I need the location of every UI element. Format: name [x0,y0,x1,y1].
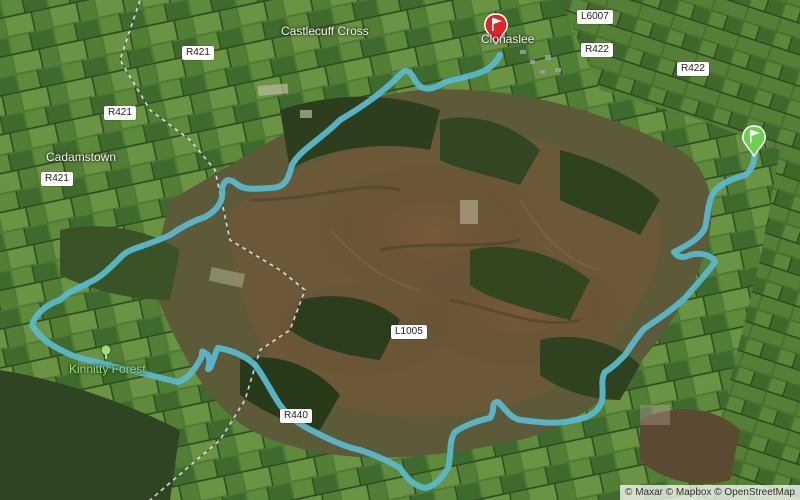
place-label-castlecuff-cross: Castlecuff Cross [281,24,369,38]
road-label-r440: R440 [280,409,312,423]
road-label-r422: R422 [677,62,709,76]
road-label-r421: R421 [182,46,214,60]
road-label-l1005: L1005 [391,325,427,339]
place-label-kinnitty-forest: Kinnitty Forest [69,362,146,376]
road-label-l6007: L6007 [577,10,613,24]
map-attribution[interactable]: © Maxar © Mapbox © OpenStreetMap [620,485,800,500]
place-label-cadamstown: Cadamstown [46,150,117,164]
road-label-r422: R422 [581,43,613,57]
road-label-r421: R421 [41,172,73,186]
map-view[interactable]: Castlecuff Cross Clonaslee Cadamstown Ki… [0,0,800,500]
road-label-r421: R421 [104,106,136,120]
place-label-clonaslee: Clonaslee [481,32,535,46]
